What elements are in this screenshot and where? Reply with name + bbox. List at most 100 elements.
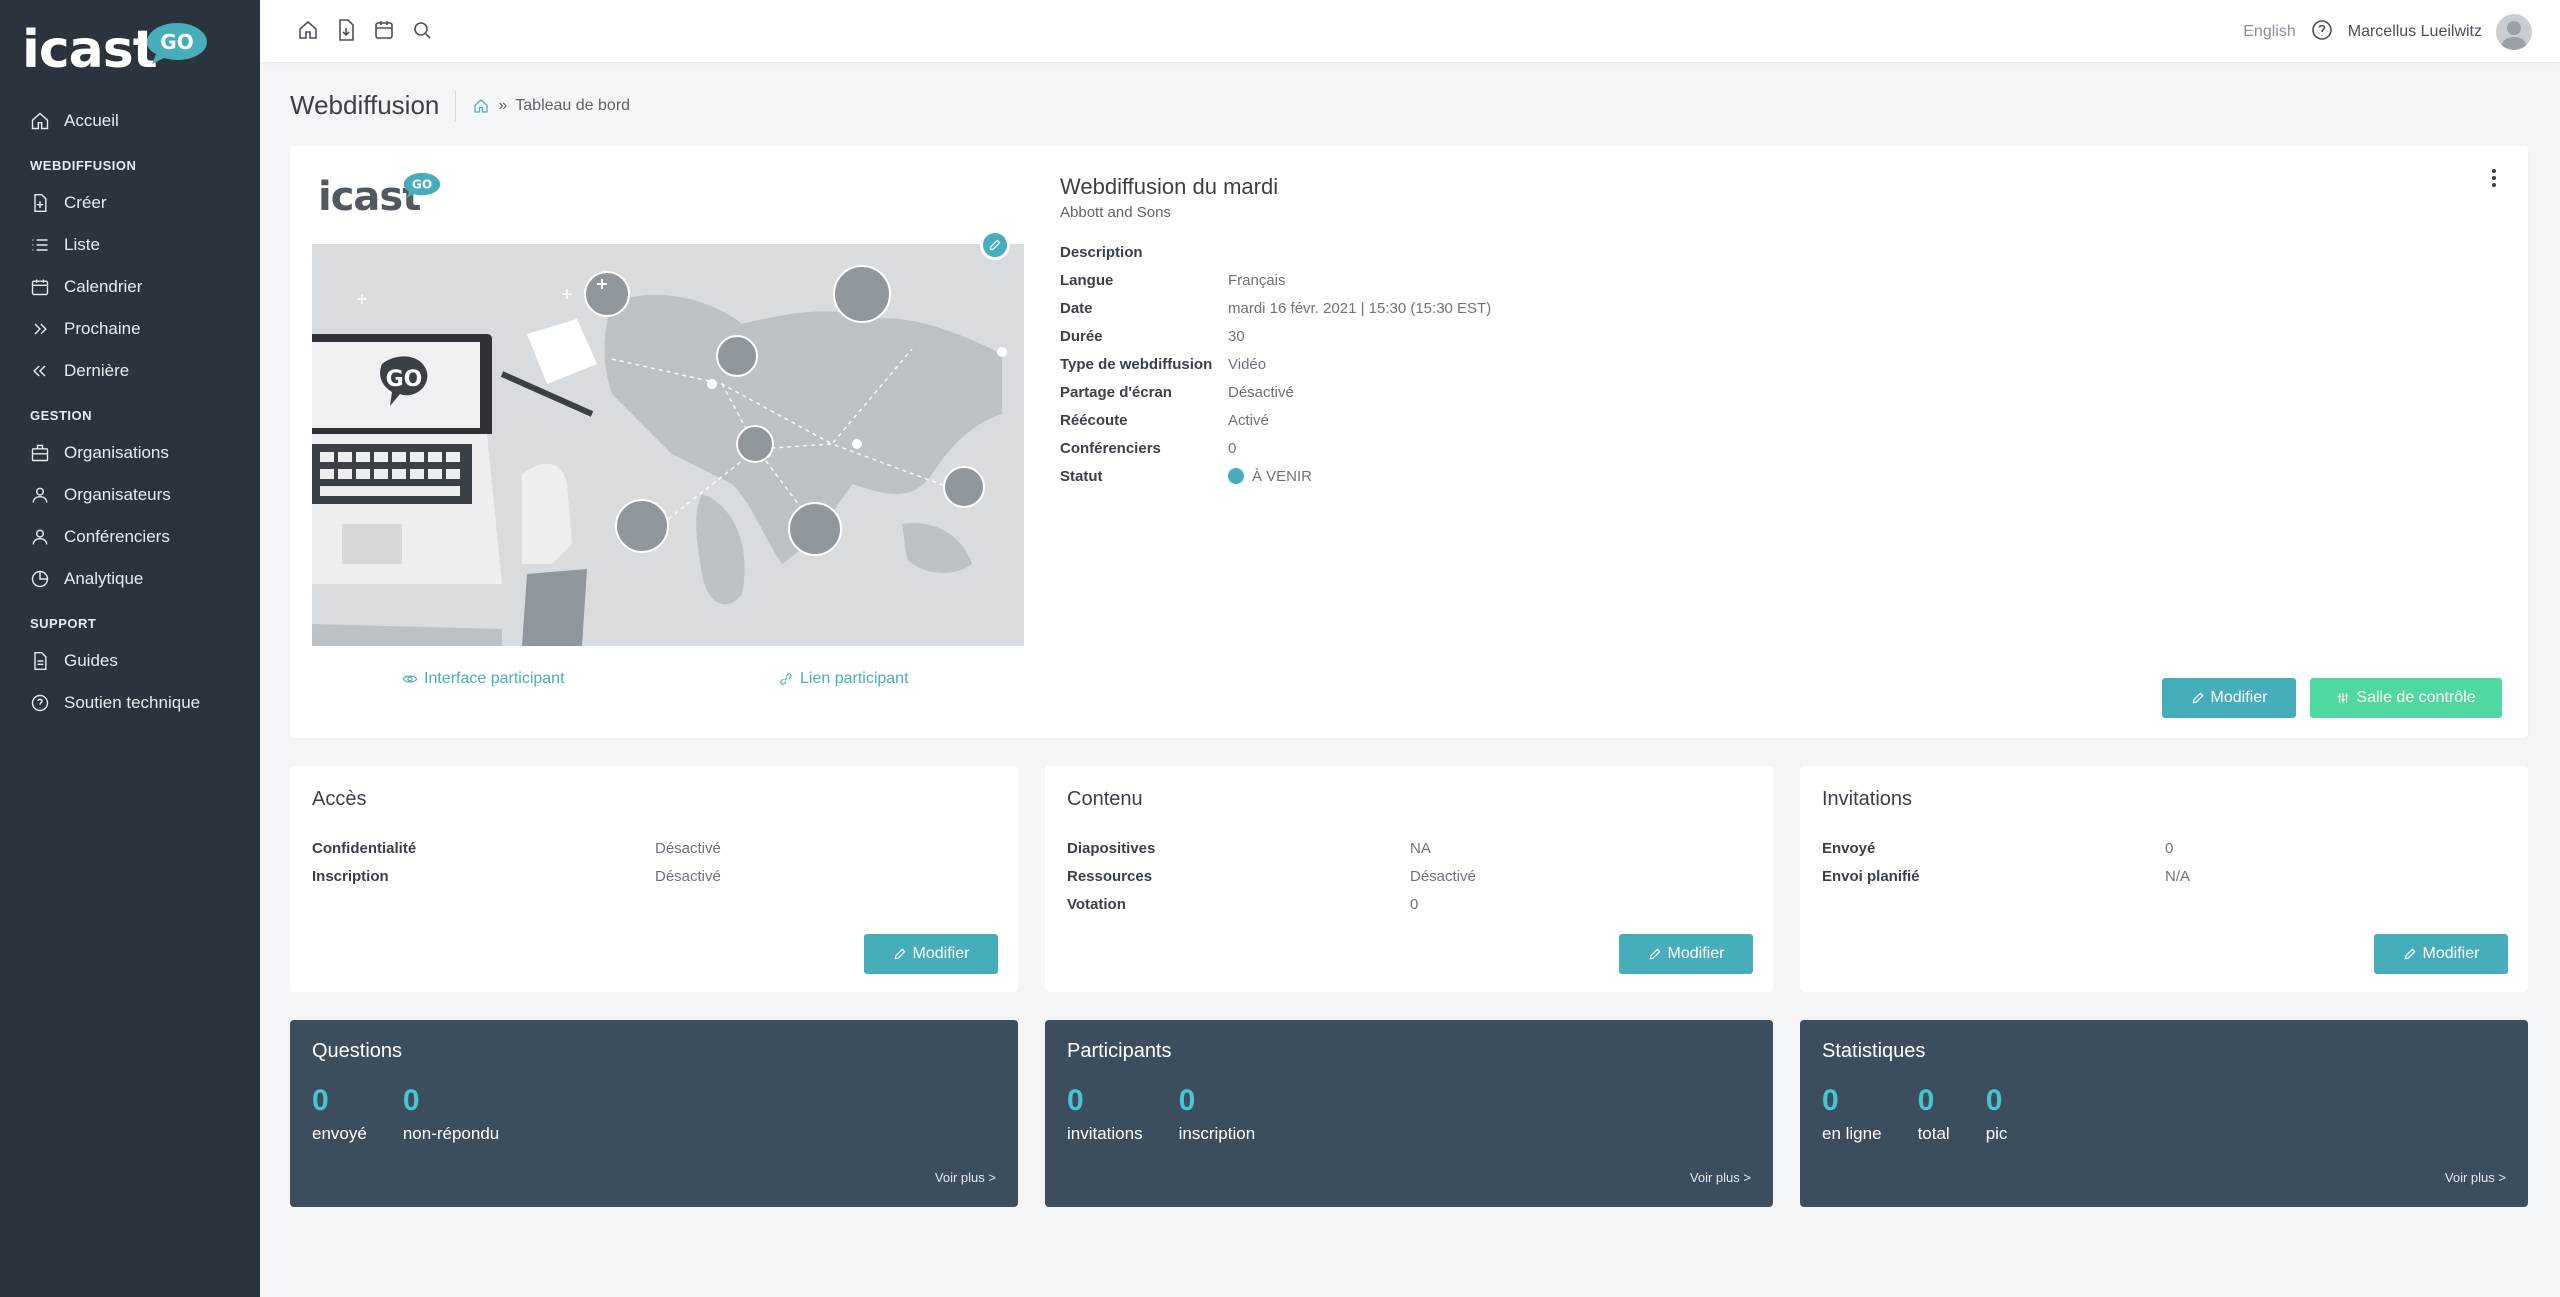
sidebar-item-liste[interactable]: Liste <box>0 224 260 266</box>
row-key: Envoyé <box>1822 839 1876 857</box>
stat-item: 0 non-répondu <box>403 1086 499 1144</box>
card-title: Questions <box>312 1040 403 1062</box>
link-label: Lien participant <box>800 670 909 687</box>
breadcrumb: » Tableau de bord <box>472 97 630 115</box>
sidebar-item-accueil[interactable]: Accueil <box>0 100 260 142</box>
questions-card: Questions 0 envoyé 0 non-répondu Voir plus… <box>290 1020 1018 1207</box>
pie-icon <box>31 570 49 588</box>
see-more-link[interactable]: Voir plus > <box>2445 1170 2506 1185</box>
property-key: Langue <box>1060 271 1114 289</box>
property-value: Français <box>1228 271 1286 289</box>
property-value: 30 <box>1228 327 1245 345</box>
world-map-illustration: GO <box>312 244 1024 646</box>
card-rows: Envoyé 0 Envoi planifié N/A <box>1822 834 2512 890</box>
user-name[interactable]: Marcellus Lueilwitz <box>2348 23 2482 41</box>
badge-text: GO <box>386 367 423 392</box>
sidebar-item-creer[interactable]: Créer <box>0 182 260 224</box>
invitations-card: Invitations Envoyé 0 Envoi planifié N/A Mo… <box>1800 766 2528 992</box>
edit-webcast-button[interactable]: Modifier <box>2162 678 2296 718</box>
participant-interface-link[interactable]: Interface participant <box>402 670 565 688</box>
button-label: Modifier <box>2210 689 2268 706</box>
breadcrumb-item[interactable]: Tableau de bord <box>515 97 630 115</box>
sidebar-item-derniere[interactable]: Dernière <box>0 350 260 392</box>
property-row: Date mardi 16 févr. 2021 | 15:30 (15:30 E… <box>1060 294 1491 322</box>
sidebar-item-soutien[interactable]: Soutien technique <box>0 682 260 724</box>
property-value: Activé <box>1228 411 1269 429</box>
sidebar-item-label: Calendrier <box>64 277 143 296</box>
property-value: Vidéo <box>1228 355 1267 373</box>
row-value: N/A <box>2165 867 2191 885</box>
property-key: Date <box>1060 299 1093 317</box>
sidebar-item-guides[interactable]: Guides <box>0 640 260 682</box>
search-icon[interactable] <box>410 18 434 42</box>
calendar-icon <box>31 279 49 296</box>
home-icon[interactable] <box>472 97 490 115</box>
calendar-icon[interactable] <box>372 18 396 42</box>
property-row: Description <box>1060 238 1491 266</box>
go-badge-icon: GO <box>147 23 207 64</box>
card-rows: Diapositives NA Ressources Désactivé Votat… <box>1067 834 1757 918</box>
sidebar-section-title: GESTION <box>30 408 93 423</box>
page-header: Webdiffusion » Tableau de bord <box>290 90 630 121</box>
card-row: Confidentialité Désactivé <box>312 834 1002 862</box>
see-more-link[interactable]: Voir plus > <box>935 1170 996 1185</box>
card-title: Participants <box>1067 1040 1172 1062</box>
row-key: Inscription <box>312 867 389 885</box>
pencil-icon <box>894 948 906 960</box>
row-value: NA <box>1410 839 1431 857</box>
help-button[interactable] <box>2310 18 2334 47</box>
see-more-link[interactable]: Voir plus > <box>1690 1170 1751 1185</box>
pencil-icon <box>989 239 1001 251</box>
home-icon[interactable] <box>296 18 320 42</box>
stat-label: invitations <box>1067 1124 1143 1143</box>
file-download-icon[interactable] <box>334 18 358 42</box>
app-logo[interactable]: icast GO <box>22 20 207 80</box>
stat-item: 0 en ligne <box>1822 1086 1882 1144</box>
edit-acces-button[interactable]: Modifier <box>864 934 998 974</box>
property-key: Réécoute <box>1060 411 1128 429</box>
avatar[interactable] <box>2496 14 2532 50</box>
sidebar-item-organisateurs[interactable]: Organisateurs <box>0 474 260 516</box>
button-label: Modifier <box>912 945 970 962</box>
card-title: Invitations <box>1822 788 1913 810</box>
sidebar-item-conferenciers[interactable]: Conférenciers <box>0 516 260 558</box>
row-value: Désactivé <box>1410 867 1476 885</box>
stat-group: 0 invitations 0 inscription <box>1067 1086 1255 1144</box>
edit-invitations-button[interactable]: Modifier <box>2374 934 2508 974</box>
property-key: Partage d'écran <box>1060 383 1172 401</box>
edit-thumbnail-button[interactable] <box>980 230 1010 260</box>
sidebar-item-organisations[interactable]: Organisations <box>0 432 260 474</box>
property-row: Type de webdiffusion Vidéo <box>1060 350 1491 378</box>
doc-icon <box>34 651 47 671</box>
sidebar-item-calendrier[interactable]: Calendrier <box>0 266 260 308</box>
sidebar-item-prochaine[interactable]: Prochaine <box>0 308 260 350</box>
stat-item: 0 total <box>1918 1086 1950 1144</box>
edit-contenu-button[interactable]: Modifier <box>1619 934 1753 974</box>
property-row: Statut À VENIR <box>1060 462 1491 490</box>
sidebar-item-label: Analytique <box>64 569 144 588</box>
sidebar-item-label: Liste <box>64 235 100 254</box>
stat-label: non-répondu <box>402 1124 500 1143</box>
property-row: Partage d'écran Désactivé <box>1060 378 1491 406</box>
help-icon <box>2311 19 2332 40</box>
card-rows: Confidentialité Désactivé Inscription Désa… <box>312 834 1002 890</box>
stat-label: total <box>1917 1124 1950 1143</box>
webcast-logo: icast GO <box>318 172 441 220</box>
sidebar: icast GO Accueil WEBDIFFUSION Créer List… <box>0 0 260 1297</box>
more-options-button[interactable] <box>2484 166 2504 190</box>
sidebar-item-label: Organisateurs <box>64 485 171 504</box>
link-icon <box>780 673 792 685</box>
participant-link[interactable]: Lien participant <box>778 670 909 688</box>
help-icon <box>31 694 49 712</box>
property-key: Description <box>1060 243 1143 261</box>
sidebar-item-label: Accueil <box>64 111 119 130</box>
eye-icon <box>402 675 418 683</box>
sidebar-item-label: Guides <box>64 651 118 670</box>
home-icon <box>31 112 49 130</box>
sidebar-item-analytique[interactable]: Analytique <box>0 558 260 600</box>
language-switch[interactable]: English <box>2243 23 2295 41</box>
card-title: Contenu <box>1067 788 1143 810</box>
control-room-button[interactable]: Salle de contrôle <box>2310 678 2502 718</box>
card-row: Envoyé 0 <box>1822 834 2512 862</box>
property-value: 0 <box>1228 439 1237 457</box>
